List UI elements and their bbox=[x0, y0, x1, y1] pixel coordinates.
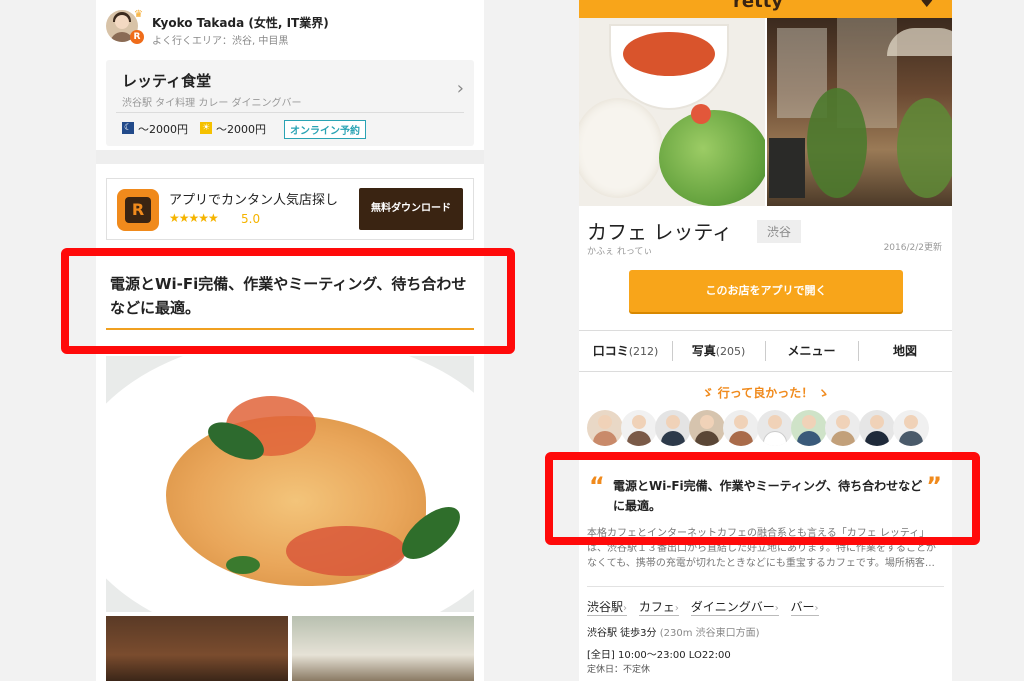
avatar[interactable] bbox=[757, 410, 793, 446]
left-phone-screen: ♛ R Kyoko Takada (女性, IT業界) よく行くエリア：渋谷, … bbox=[96, 0, 484, 681]
tab-reviews[interactable]: 口コミ(212) bbox=[579, 331, 672, 371]
avatar[interactable] bbox=[621, 410, 657, 446]
restaurant-interior-photo[interactable] bbox=[106, 616, 288, 681]
access-info: 渋谷駅 徒歩3分 (230m 渋谷東口方面) bbox=[587, 628, 760, 639]
shop-card[interactable]: レッティ食堂 渋谷駅 タイ料理 カレー ダイニングバー › ☾ 〜2000円 ☀… bbox=[106, 60, 474, 146]
sun-icon: ☀ bbox=[200, 122, 212, 134]
avatar[interactable] bbox=[859, 410, 895, 446]
heart-icon[interactable]: ♥ bbox=[920, 0, 934, 11]
tab-photos[interactable]: 写真(205) bbox=[672, 331, 765, 371]
shop-category: 渋谷駅 タイ料理 カレー ダイニングバー bbox=[122, 98, 302, 109]
open-in-app-button[interactable]: このお店をアプリで開く bbox=[629, 270, 903, 312]
cafe-terrace-photo[interactable] bbox=[767, 18, 952, 206]
dinner-price: 〜2000円 bbox=[138, 123, 188, 136]
pasta-photo[interactable] bbox=[106, 356, 474, 612]
chevron-right-icon: › bbox=[674, 603, 679, 614]
right-phone-screen: retty ♥ カフェ レッティ かふぇ れってぃ 渋谷 2016/2/2更新 … bbox=[579, 0, 952, 681]
business-hours: [全日] 10:00〜23:00 LO22:00 bbox=[587, 650, 731, 661]
price-row: ☾ 〜2000円 ☀ 〜2000円 オンライン予約 bbox=[122, 120, 462, 139]
shop-name: カフェ レッティ bbox=[587, 220, 733, 244]
divider bbox=[587, 586, 944, 587]
chevron-right-icon: › bbox=[814, 603, 819, 614]
went-good-label: ゞ 行って良かった！ ゝ bbox=[701, 386, 830, 400]
tag-link[interactable]: カフェ› bbox=[638, 598, 679, 616]
shop-tabs: 口コミ(212) 写真(205) メニュー 地図 bbox=[579, 330, 952, 372]
shop-description: 本格カフェとインターネットカフェの融合系とも言える「カフェ レッティ」は、渋谷駅… bbox=[587, 528, 936, 569]
avatar[interactable] bbox=[825, 410, 861, 446]
retty-badge-icon: R bbox=[130, 30, 144, 44]
user-row[interactable]: ♛ R Kyoko Takada (女性, IT業界) よく行くエリア：渋谷, … bbox=[106, 10, 466, 50]
user-name: Kyoko Takada (女性, IT業界) bbox=[152, 16, 329, 30]
chevron-right-icon: › bbox=[623, 603, 628, 614]
headline-underline bbox=[106, 328, 474, 330]
user-frequent-area: よく行くエリア：渋谷, 中目黒 bbox=[152, 36, 289, 47]
app-download-banner[interactable]: R アプリでカンタン人気店探し ★★★★★ 5.0 無料ダウンロード bbox=[106, 178, 474, 240]
tag-link[interactable]: バー› bbox=[790, 598, 819, 616]
avatar[interactable] bbox=[893, 410, 929, 446]
review-headline: 電源とWi-Fi完備、作業やミーティング、待ち合わせなどに最適。 bbox=[110, 275, 467, 317]
review-headline: 電源とWi-Fi完備、作業やミーティング、待ち合わせなどに最適。 bbox=[613, 479, 923, 513]
sparkle-icon: ゞ bbox=[701, 386, 714, 400]
divider bbox=[116, 112, 464, 113]
section-gap bbox=[96, 150, 484, 164]
avatar[interactable] bbox=[791, 410, 827, 446]
updated-date: 2016/2/2更新 bbox=[883, 243, 942, 253]
tag-link[interactable]: ダイニングバー› bbox=[690, 598, 779, 616]
online-reservation-badge[interactable]: オンライン予約 bbox=[284, 120, 366, 139]
app-rating-value: 5.0 bbox=[241, 212, 261, 226]
chevron-right-icon: › bbox=[774, 603, 779, 614]
shop-name: レッティ食堂 bbox=[122, 72, 212, 90]
chevron-right-icon: › bbox=[456, 78, 464, 99]
tag-link[interactable]: 渋谷駅› bbox=[587, 598, 628, 616]
crown-icon: ♛ bbox=[134, 9, 143, 20]
shop-name-kana: かふぇ れってぃ bbox=[587, 247, 653, 257]
retty-logo[interactable]: retty bbox=[733, 0, 783, 12]
open-quote-icon: “ bbox=[589, 472, 605, 500]
avatar[interactable] bbox=[689, 410, 725, 446]
moon-icon: ☾ bbox=[122, 122, 134, 134]
app-banner-title: アプリでカンタン人気店探し bbox=[169, 193, 339, 208]
avatar[interactable] bbox=[723, 410, 759, 446]
avatar[interactable] bbox=[655, 410, 691, 446]
star-rating-icon: ★★★★★ bbox=[169, 211, 219, 225]
tab-map[interactable]: 地図 bbox=[858, 331, 952, 371]
avatar[interactable] bbox=[587, 410, 623, 446]
restaurant-terrace-photo[interactable] bbox=[292, 616, 474, 681]
shop-tags: 渋谷駅› カフェ› ダイニングバー› バー› bbox=[587, 598, 947, 616]
area-tag[interactable]: 渋谷 bbox=[757, 220, 802, 243]
sparkle-icon: ゝ bbox=[817, 386, 830, 400]
reviewer-avatars[interactable] bbox=[587, 410, 947, 450]
free-download-button[interactable]: 無料ダウンロード bbox=[359, 188, 463, 230]
lunch-price: 〜2000円 bbox=[216, 123, 266, 136]
holiday-info: 定休日：不定休 bbox=[587, 665, 651, 675]
retty-app-icon: R bbox=[117, 189, 159, 231]
food-photo[interactable] bbox=[579, 18, 765, 206]
tab-menu[interactable]: メニュー bbox=[765, 331, 858, 371]
header-bar: retty ♥ bbox=[579, 0, 952, 18]
